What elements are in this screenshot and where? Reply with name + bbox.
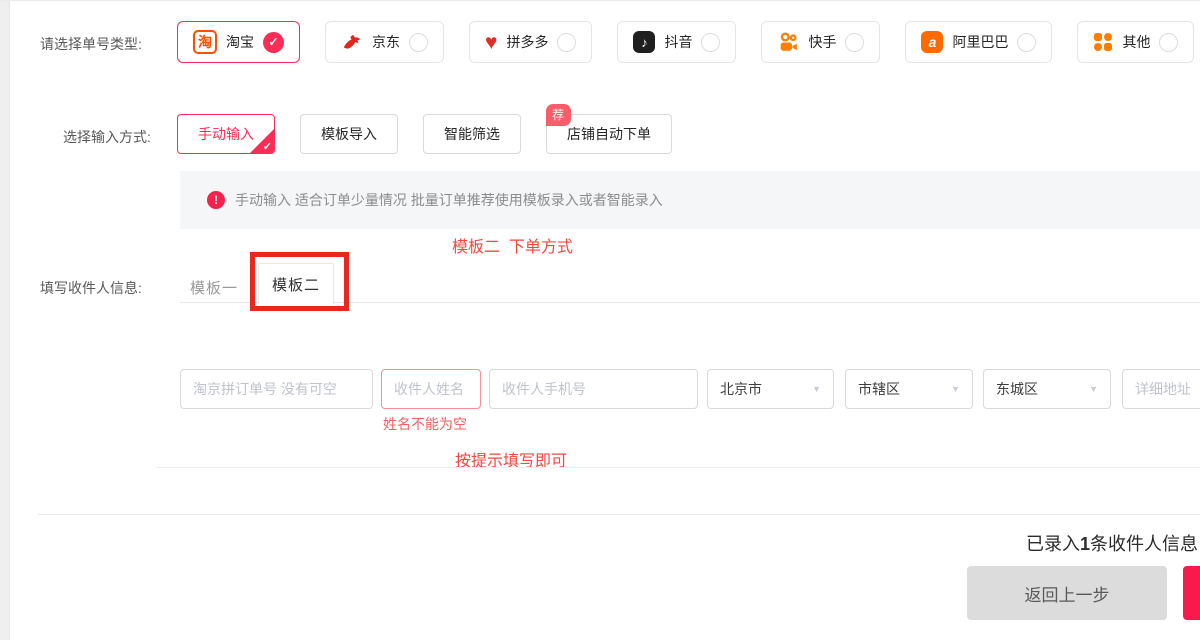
method-manual-input[interactable]: 手动输入 ✓	[177, 114, 275, 154]
footer-divider	[38, 514, 1200, 515]
order-type-label-douyin: 抖音	[664, 32, 692, 52]
check-icon: ✓	[263, 32, 284, 53]
method-label-auto: 店铺自动下单	[567, 124, 651, 144]
order-type-label-other: 其他	[1122, 32, 1150, 52]
next-step-button[interactable]	[1183, 566, 1200, 620]
other-dots-icon	[1093, 32, 1113, 52]
name-error-text: 姓名不能为空	[383, 414, 467, 434]
order-type-label-alibaba: 阿里巴巴	[952, 32, 1008, 52]
province-value: 北京市	[720, 379, 762, 399]
method-label-template: 模板导入	[321, 124, 377, 144]
recipient-name-input[interactable]	[381, 369, 481, 409]
order-type-kuaishou[interactable]: 快手	[761, 21, 880, 63]
chevron-down-icon: ▼	[951, 384, 960, 394]
notice-text: 手动输入 适合订单少量情况 批量订单推荐使用模板录入或者智能录入	[235, 190, 663, 210]
order-number-input[interactable]	[180, 369, 373, 409]
order-type-options: 淘 淘宝 ✓ 京东 ♥ 拼多多 ♪ 抖音 快手 a 阿里巴巴 其他	[177, 21, 1194, 63]
address-detail-input[interactable]	[1122, 369, 1200, 409]
input-method-label: 选择输入方式:	[63, 127, 151, 147]
check-icon: ✓	[263, 140, 272, 153]
radio-unchecked-icon	[557, 33, 576, 52]
city-value: 市辖区	[858, 379, 900, 399]
order-type-label-taobao: 淘宝	[226, 32, 254, 52]
form-divider	[155, 467, 1200, 468]
input-method-options: 手动输入 ✓ 模板导入 智能筛选 荐 店铺自动下单	[177, 114, 672, 154]
method-smart-filter[interactable]: 智能筛选	[423, 114, 521, 154]
recipient-info-label: 填写收件人信息:	[40, 278, 142, 298]
recommend-badge: 荐	[546, 104, 571, 126]
count-number: 1	[1080, 534, 1090, 554]
order-type-other[interactable]: 其他	[1077, 21, 1194, 63]
count-prefix: 已录入	[1026, 534, 1080, 554]
recipient-phone-input[interactable]	[489, 369, 698, 409]
left-sidebar-edge	[0, 1, 10, 640]
order-type-douyin[interactable]: ♪ 抖音	[617, 21, 736, 63]
chevron-down-icon: ▼	[812, 384, 821, 394]
back-button[interactable]: 返回上一步	[967, 566, 1167, 620]
method-label-smart: 智能筛选	[444, 124, 500, 144]
order-type-alibaba[interactable]: a 阿里巴巴	[905, 21, 1052, 63]
order-type-taobao[interactable]: 淘 淘宝 ✓	[177, 21, 300, 63]
douyin-note-icon: ♪	[633, 31, 655, 53]
count-suffix: 条收件人信息	[1090, 534, 1198, 554]
district-select[interactable]: 东城区 ▼	[983, 369, 1111, 409]
tab-template-one[interactable]: 模板一	[190, 277, 238, 298]
order-type-label-pdd: 拼多多	[506, 32, 548, 52]
method-shop-auto-order[interactable]: 荐 店铺自动下单	[546, 114, 672, 154]
tab-template-two[interactable]: 模板二	[258, 263, 334, 304]
alert-icon: !	[207, 191, 225, 209]
province-select[interactable]: 北京市 ▼	[707, 369, 834, 409]
annotation-method-note: 模板二 下单方式	[452, 233, 573, 257]
city-select[interactable]: 市辖区 ▼	[845, 369, 973, 409]
order-type-label: 请选择单号类型:	[40, 34, 142, 54]
kuaishou-camera-icon	[777, 31, 799, 53]
radio-unchecked-icon	[409, 33, 428, 52]
district-value: 东城区	[996, 379, 1038, 399]
radio-unchecked-icon	[1017, 33, 1036, 52]
alibaba-icon: a	[921, 31, 943, 53]
pdd-heart-icon: ♥	[485, 32, 497, 53]
order-type-label-kuaishou: 快手	[808, 32, 836, 52]
order-type-jd[interactable]: 京东	[325, 21, 444, 63]
notice-bar: ! 手动输入 适合订单少量情况 批量订单推荐使用模板录入或者智能录入	[180, 171, 1200, 229]
radio-unchecked-icon	[845, 33, 864, 52]
method-label-manual: 手动输入	[198, 124, 254, 144]
radio-unchecked-icon	[701, 33, 720, 52]
jd-dog-icon	[341, 31, 363, 53]
taobao-icon: 淘	[193, 30, 217, 54]
entered-count-text: 已录入1条收件人信息	[1026, 530, 1198, 556]
radio-unchecked-icon	[1159, 33, 1178, 52]
chevron-down-icon: ▼	[1089, 384, 1098, 394]
order-type-label-jd: 京东	[372, 32, 400, 52]
order-type-pdd[interactable]: ♥ 拼多多	[469, 21, 592, 63]
method-template-import[interactable]: 模板导入	[300, 114, 398, 154]
